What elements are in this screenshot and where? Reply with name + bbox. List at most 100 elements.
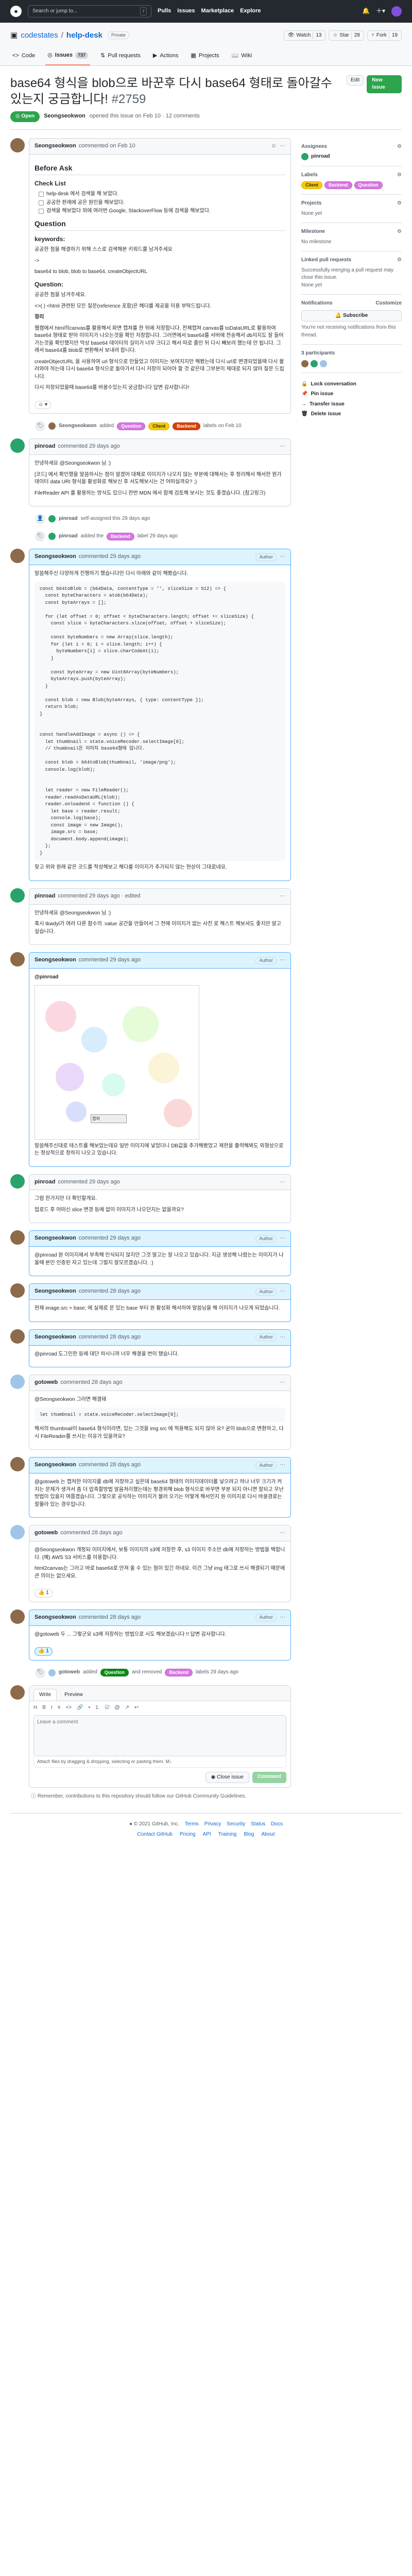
label-backend[interactable]: Backend (324, 181, 352, 190)
customize-link[interactable]: Customize (375, 300, 402, 308)
comment-author[interactable]: Seongseokwon (35, 1333, 76, 1342)
lock-conversation-button[interactable]: 🔒 Lock conversation (301, 381, 402, 388)
event-actor[interactable]: gotoweb (59, 1669, 80, 1676)
tab-issues[interactable]: ◎ Issues 737 (45, 48, 91, 65)
gear-icon[interactable]: ⚙ (397, 200, 402, 208)
comment-button[interactable]: Comment (252, 1771, 286, 1784)
label-added[interactable]: Question (100, 1668, 129, 1677)
tab-actions[interactable]: ▶ Actions (151, 48, 181, 65)
comment-time[interactable]: commented 29 days ago (79, 1234, 141, 1243)
comment-time[interactable]: commented 29 days ago (79, 956, 141, 964)
nav-explore[interactable]: Explore (240, 7, 261, 15)
tab-projects[interactable]: ▦ Projects (188, 48, 221, 65)
close-issue-button[interactable]: ◉ Close issue (205, 1771, 249, 1784)
label-client[interactable]: Client (301, 181, 323, 190)
screenshot-image[interactable]: 캡쳐 (35, 985, 199, 1140)
label-backend[interactable]: Backend (107, 532, 134, 540)
comment-author[interactable]: Seongseokwon (35, 1234, 76, 1243)
tab-write[interactable]: Write (33, 1688, 57, 1701)
comment-time[interactable]: commented 29 days ago (79, 553, 141, 561)
comment-textarea[interactable]: Leave a comment (33, 1715, 286, 1756)
comment-author[interactable]: pinroad (35, 443, 55, 451)
edit-title-button[interactable]: Edit (346, 75, 364, 86)
reply-icon[interactable]: ↩ (134, 1704, 139, 1712)
comment-time[interactable]: commented 29 days ago (58, 443, 119, 451)
kebab-menu-icon[interactable]: ··· (280, 553, 285, 561)
heading-icon[interactable]: H (33, 1704, 37, 1712)
checklist-item[interactable]: 검색을 해보았다 외에 여러번 Google, StackoverFlow 등에… (39, 208, 285, 215)
tab-preview[interactable]: Preview (59, 1689, 89, 1701)
bullet-list-icon[interactable]: • (89, 1704, 91, 1712)
comment-author[interactable]: pinroad (35, 1178, 55, 1187)
issue-author-link[interactable]: Seongseokwon (44, 112, 85, 121)
label-question[interactable]: Question (117, 422, 146, 430)
search-input[interactable]: Search or jump to... / (28, 5, 151, 18)
mention-icon[interactable]: @ (115, 1704, 120, 1712)
gear-icon[interactable]: ⚙ (397, 257, 402, 264)
kebab-menu-icon[interactable]: ··· (280, 1287, 285, 1296)
comment-time[interactable]: commented 28 days ago (79, 1287, 141, 1296)
star-button[interactable]: ☆ Star 28 (329, 30, 364, 41)
comment-time[interactable]: commented 28 days ago (79, 1461, 141, 1469)
label-client[interactable]: Client (148, 422, 170, 430)
kebab-menu-icon[interactable]: ··· (280, 1529, 285, 1537)
bold-icon[interactable]: B (42, 1704, 46, 1712)
user-avatar[interactable] (391, 6, 402, 16)
comment-author[interactable]: Seongseokwon (35, 1614, 76, 1622)
avatar[interactable] (10, 138, 25, 152)
nav-marketplace[interactable]: Marketplace (201, 7, 234, 15)
checkbox[interactable] (39, 192, 44, 197)
comment-time[interactable]: commented 28 days ago (79, 1614, 141, 1622)
comment-author[interactable]: Seongseokwon (35, 553, 76, 561)
footer-link[interactable]: Security (227, 1821, 245, 1827)
avatar[interactable] (10, 1457, 25, 1472)
kebab-menu-icon[interactable]: ··· (280, 443, 285, 451)
footer-link[interactable]: Status (251, 1821, 265, 1827)
footer-link[interactable]: Training (218, 1831, 237, 1839)
footer-link[interactable]: About (261, 1831, 274, 1839)
comment-author[interactable]: Seongseokwon (35, 956, 76, 964)
checkbox[interactable] (39, 209, 44, 214)
transfer-issue-button[interactable]: → Transfer issue (301, 401, 402, 409)
avatar[interactable] (48, 533, 56, 540)
comment-time[interactable]: commented 29 days ago · edited (58, 892, 140, 901)
reaction-thumbs-up[interactable]: 👍 1 (35, 1589, 53, 1598)
quote-icon[interactable]: ≡ (58, 1704, 61, 1712)
avatar[interactable] (301, 153, 308, 161)
kebab-menu-icon[interactable]: ··· (280, 1333, 285, 1342)
kebab-menu-icon[interactable]: ··· (280, 892, 285, 901)
avatar[interactable] (10, 1329, 25, 1344)
footer-link[interactable]: Pricing (180, 1831, 196, 1839)
bell-icon[interactable]: 🔔 (362, 7, 370, 15)
comment-author[interactable]: pinroad (35, 892, 55, 901)
assignee-link[interactable]: pinroad (311, 153, 330, 161)
nav-pulls[interactable]: Pulls (158, 7, 171, 15)
tab-pull-requests[interactable]: ⇅ Pull requests (98, 48, 143, 65)
event-actor[interactable]: pinroad (59, 515, 78, 523)
label-question[interactable]: Question (354, 181, 383, 190)
comment-author[interactable]: Seongseokwon (35, 142, 76, 150)
mention-link[interactable]: @pinroad (35, 974, 58, 980)
avatar[interactable] (10, 1609, 25, 1624)
comment-author[interactable]: Seongseokwon (35, 1287, 76, 1296)
event-actor[interactable]: Seongseokwon (59, 422, 96, 430)
watch-button[interactable]: 👁 Watch 13 (283, 30, 326, 41)
github-logo-icon[interactable]: ● (10, 6, 22, 17)
italic-icon[interactable]: I (51, 1704, 53, 1712)
reference-icon[interactable]: ↗ (125, 1704, 129, 1712)
link-icon[interactable]: 🔗 (77, 1704, 83, 1712)
avatar[interactable] (320, 360, 327, 367)
kebab-menu-icon[interactable]: ··· (280, 1461, 285, 1469)
fork-button[interactable]: ⑂ Fork 19 (367, 30, 402, 41)
delete-issue-button[interactable]: 🗑 Delete issue (301, 411, 402, 418)
footer-link[interactable]: API (202, 1831, 211, 1839)
avatar[interactable] (10, 1174, 25, 1189)
gear-icon[interactable]: ⚙ (397, 172, 402, 179)
comment-time[interactable]: commented 29 days ago (58, 1178, 119, 1187)
comment-time[interactable]: commented on Feb 10 (79, 142, 135, 150)
repo-owner-link[interactable]: codestates (21, 30, 58, 41)
event-actor[interactable]: pinroad (59, 533, 78, 540)
nav-issues[interactable]: Issues (177, 7, 195, 15)
footer-link[interactable]: Docs (271, 1821, 283, 1827)
checkbox[interactable] (39, 200, 44, 206)
